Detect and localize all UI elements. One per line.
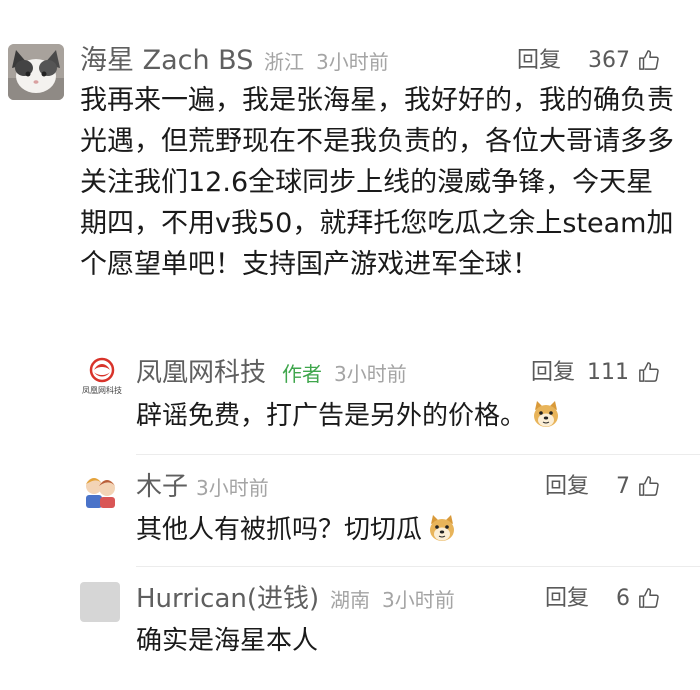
divider (136, 454, 700, 455)
comment-time: 3小时前 (316, 50, 389, 74)
reply-button[interactable]: 回复 (517, 44, 561, 78)
like-button[interactable] (638, 587, 660, 613)
thumbs-up-icon (639, 476, 659, 496)
reply-time: 3小时前 (382, 588, 455, 612)
doge-emoji-icon (426, 512, 458, 544)
reply-button[interactable]: 回复 (545, 582, 589, 616)
thumbs-up-icon (639, 362, 659, 382)
reply-time: 3小时前 (334, 362, 407, 386)
comment-location: 浙江 (264, 50, 304, 74)
thumbs-up-icon (639, 588, 659, 608)
comment-text: 我再来一遍，我是张海星，我好好的，我的确负责光遇，但荒野现在不是我负责的，各位大… (80, 85, 674, 280)
reply-time: 3小时前 (196, 476, 269, 500)
thumbs-up-icon (639, 50, 659, 70)
doge-emoji-icon (530, 398, 562, 430)
like-count: 367 (588, 48, 630, 73)
like-button[interactable] (638, 361, 660, 387)
reply-location: 湖南 (330, 588, 370, 612)
comment-author[interactable]: 海星 Zach BS (80, 44, 253, 78)
reply-text: 其他人有被抓吗？切切瓜 (136, 515, 423, 545)
reply-text: 辟谣免费，打广告是另外的价格。 (136, 401, 527, 431)
reply-text: 确实是海星本人 (136, 626, 319, 656)
like-count: 7 (616, 474, 630, 499)
like-button[interactable] (638, 49, 660, 75)
blank-avatar-icon[interactable] (80, 582, 120, 622)
reply-button[interactable]: 回复 (531, 356, 575, 390)
reply-author[interactable]: 凤凰网科技 (136, 356, 266, 390)
divider (136, 566, 700, 567)
anime-avatar-icon[interactable] (80, 470, 120, 510)
cat-avatar-icon[interactable] (8, 44, 64, 100)
avatar-caption: 凤凰网科技 (82, 386, 122, 395)
reply-author[interactable]: Hurrican(进钱) (136, 582, 319, 616)
like-count: 111 (587, 360, 629, 385)
reply-text-line: 其他人有被抓吗？切切瓜 (136, 512, 458, 547)
reply-author[interactable]: 木子 (136, 470, 188, 504)
author-tag: 作者 (282, 362, 322, 386)
like-count: 6 (616, 586, 630, 611)
reply-text-line: 辟谣免费，打广告是另外的价格。 (136, 398, 562, 433)
phoenix-logo-icon[interactable]: 凤凰网科技 (80, 356, 124, 396)
reply-button[interactable]: 回复 (545, 470, 589, 504)
like-button[interactable] (638, 475, 660, 501)
